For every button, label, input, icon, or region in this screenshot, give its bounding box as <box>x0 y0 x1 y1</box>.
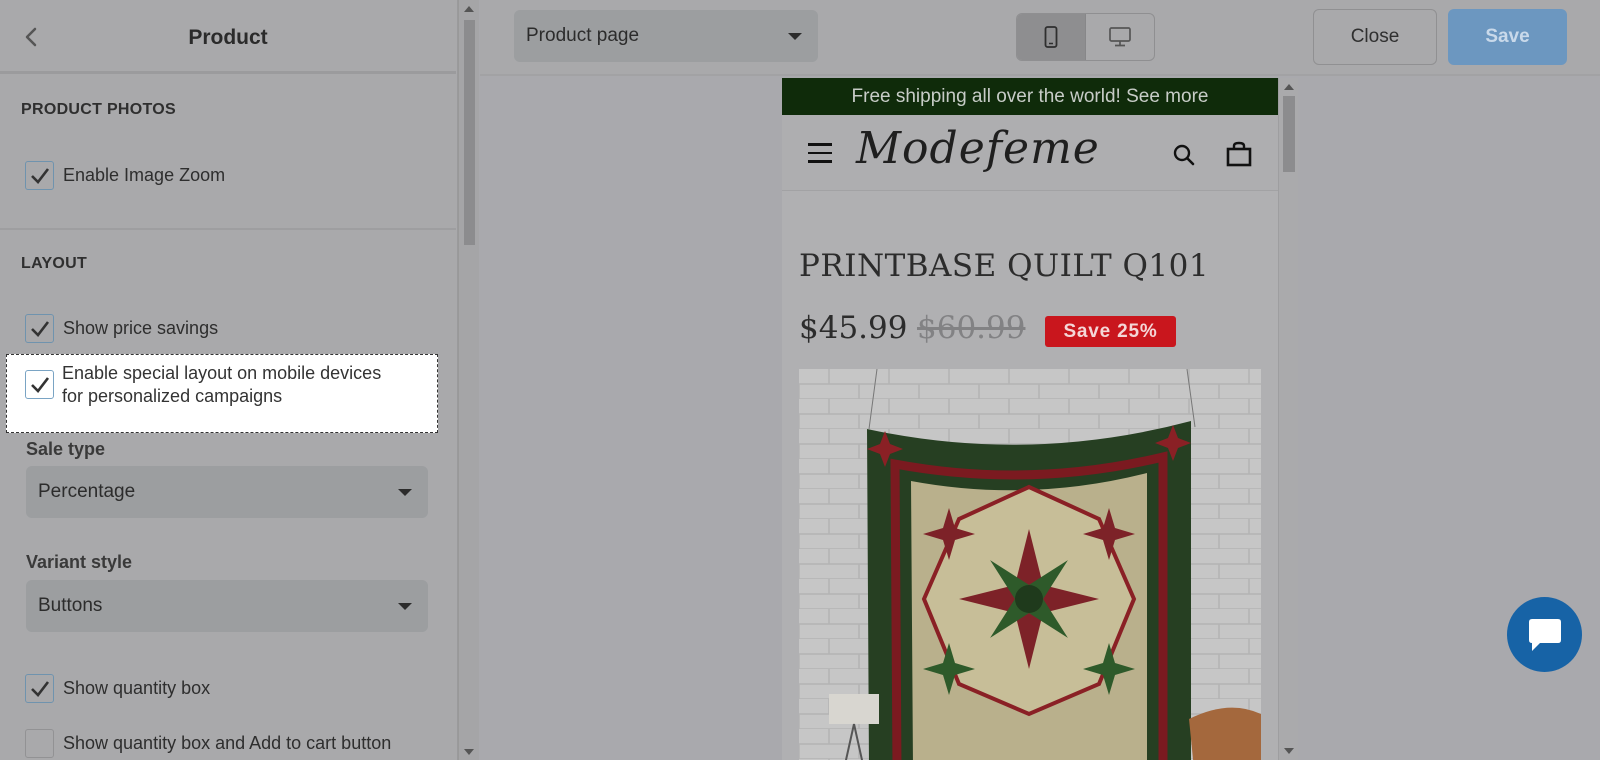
announcement-bar[interactable]: Free shipping all over the world! See mo… <box>782 78 1278 115</box>
compare-at-price: $60.99 <box>917 310 1026 346</box>
save-button[interactable]: Save <box>1448 9 1567 65</box>
store-logo[interactable]: Modefeme <box>856 123 1100 174</box>
scroll-down-arrow-icon[interactable] <box>1284 748 1294 754</box>
product-title: PRINTBASE QUILT Q101 <box>799 248 1210 284</box>
scroll-up-arrow-icon[interactable] <box>464 6 474 12</box>
page-select-value: Product page <box>526 25 640 46</box>
special-layout-checkbox[interactable] <box>25 370 54 399</box>
mobile-view-button[interactable] <box>1017 14 1086 60</box>
section-title-product-photos: PRODUCT PHOTOS <box>21 101 177 118</box>
section-divider <box>0 228 456 230</box>
panel-title: Product <box>188 26 268 49</box>
show-quantity-box-checkbox[interactable] <box>25 674 54 703</box>
panel-header: Product <box>0 0 456 74</box>
store-header: Modefeme <box>782 115 1278 191</box>
variant-style-select[interactable]: Buttons <box>26 580 428 632</box>
page-select[interactable]: Product page <box>514 10 818 62</box>
desktop-monitor-icon <box>1109 27 1131 52</box>
special-layout-label: Enable special layout on mobile devices … <box>62 362 381 408</box>
preview-scrollbar[interactable] <box>1278 78 1298 760</box>
show-quantity-box-add-to-cart-checkbox[interactable] <box>25 729 54 758</box>
special-layout-label-line2: for personalized campaigns <box>62 386 283 406</box>
product-price: $45.99 <box>799 310 908 346</box>
sale-type-select[interactable]: Percentage <box>26 466 428 518</box>
desktop-view-button[interactable] <box>1086 14 1154 60</box>
show-quantity-box-add-to-cart-label: Show quantity box and Add to cart button <box>63 733 392 753</box>
settings-panel: Product PRODUCT PHOTOS Enable Image Zoom… <box>0 0 458 760</box>
search-icon[interactable] <box>1172 143 1196 167</box>
hamburger-menu-icon[interactable] <box>808 143 832 163</box>
settings-scroll-thumb[interactable] <box>464 20 475 245</box>
special-layout-label-line1: Enable special layout on mobile devices <box>62 363 382 383</box>
chevron-down-icon <box>398 603 412 610</box>
show-price-savings-label: Show price savings <box>63 318 219 338</box>
product-image[interactable] <box>799 369 1261 760</box>
scroll-up-arrow-icon[interactable] <box>1284 84 1294 90</box>
chevron-down-icon <box>398 489 412 496</box>
mobile-phone-icon <box>1044 26 1058 53</box>
shopping-bag-icon[interactable] <box>1226 141 1252 167</box>
scroll-down-arrow-icon[interactable] <box>464 749 474 755</box>
settings-scrollbar[interactable] <box>458 0 479 760</box>
savings-badge: Save 25% <box>1045 316 1176 347</box>
show-price-savings-checkbox[interactable] <box>25 314 54 343</box>
enable-image-zoom-label: Enable Image Zoom <box>63 165 226 185</box>
show-quantity-box-label: Show quantity box <box>63 678 211 698</box>
variant-style-label: Variant style <box>26 552 133 572</box>
sale-type-label: Sale type <box>26 439 106 459</box>
chat-button[interactable] <box>1507 597 1582 672</box>
close-button[interactable]: Close <box>1313 9 1437 65</box>
device-toggle <box>1016 13 1155 61</box>
chat-bubble-icon <box>1529 619 1561 651</box>
variant-style-value: Buttons <box>38 595 103 616</box>
sale-type-value: Percentage <box>38 481 136 502</box>
preview-scroll-thumb[interactable] <box>1283 96 1295 172</box>
chevron-down-icon <box>788 33 802 40</box>
editor-toolbar: Product page Close Save <box>480 0 1600 76</box>
special-layout-option[interactable]: Enable special layout on mobile devices … <box>6 354 438 433</box>
store-preview: Free shipping all over the world! See mo… <box>782 78 1278 760</box>
enable-image-zoom-checkbox[interactable] <box>25 161 54 190</box>
section-title-layout: LAYOUT <box>21 255 88 272</box>
